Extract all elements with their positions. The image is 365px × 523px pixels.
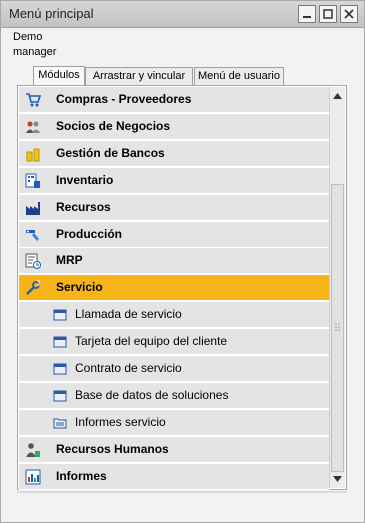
form-icon: [53, 362, 67, 376]
window-title: Menú principal: [9, 6, 94, 21]
tab-arrastrar[interactable]: Arrastrar y vincular: [85, 67, 193, 85]
menu-item[interactable]: Servicio: [19, 275, 329, 302]
main-menu-window: Menú principal Demo manager Módulos Arra…: [0, 0, 365, 523]
folder-icon: [53, 416, 67, 430]
menu-item-label: Producción: [56, 226, 123, 241]
menu-item-label: Contrato de servicio: [75, 361, 182, 375]
menu-item[interactable]: Compras - Proveedores: [19, 87, 329, 113]
scroll-up-arrow-icon[interactable]: [330, 88, 345, 104]
submenu-item[interactable]: Tarjeta del equipo del cliente: [19, 329, 329, 356]
form-icon: [53, 335, 67, 349]
form-icon: [53, 389, 67, 403]
vertical-scrollbar[interactable]: [329, 87, 345, 488]
submenu-item[interactable]: Base de datos de soluciones: [19, 382, 329, 409]
menu-item[interactable]: Producción: [19, 221, 329, 248]
hr-icon: [25, 442, 41, 458]
close-button[interactable]: [340, 5, 358, 23]
close-icon: [344, 9, 354, 19]
user-name: manager: [13, 46, 57, 58]
menu-item[interactable]: Socios de Negocios: [19, 113, 329, 140]
scroll-down-arrow-icon[interactable]: [330, 471, 345, 487]
production-icon: [25, 227, 41, 243]
inventory-icon: [25, 173, 41, 189]
menu-item[interactable]: Gestión de Bancos: [19, 140, 329, 167]
minimize-button[interactable]: [298, 5, 316, 23]
title-bar[interactable]: Menú principal: [1, 1, 364, 28]
panel-bottom-edge: [17, 491, 347, 493]
maximize-button[interactable]: [319, 5, 337, 23]
menu-item[interactable]: MRP: [19, 248, 329, 275]
submenu-item[interactable]: Llamada de servicio: [19, 302, 329, 329]
mrp-icon: [25, 253, 41, 270]
scroll-thumb[interactable]: [331, 184, 344, 472]
grip-icon: [335, 323, 340, 331]
tab-modulos[interactable]: Módulos: [33, 66, 85, 86]
report-icon: [25, 469, 41, 485]
menu-item[interactable]: Recursos: [19, 194, 329, 221]
factory-icon: [25, 200, 41, 216]
menu-item-label: Socios de Negocios: [56, 118, 171, 133]
menu-item-label: Informes: [56, 468, 107, 483]
tab-menu-usuario[interactable]: Menú de usuario: [194, 67, 284, 85]
menu-item-label: Inventario: [56, 172, 114, 187]
wrench-icon: [25, 280, 41, 296]
menu-item-label: Informes servicio: [75, 414, 166, 429]
menu-item-label: Recursos Humanos: [56, 441, 169, 456]
menu-item[interactable]: Inventario: [19, 167, 329, 194]
menu-item-label: Gestión de Bancos: [56, 145, 165, 160]
menu-item-label: Recursos: [56, 199, 111, 214]
menu-item-label: Llamada de servicio: [75, 307, 182, 322]
cart-icon: [25, 92, 42, 108]
menu-item-label: Compras - Proveedores: [56, 92, 192, 106]
menu-item-label: MRP: [56, 253, 83, 268]
minimize-icon: [303, 16, 311, 18]
menu-item-label: Servicio: [56, 280, 103, 295]
menu-item-label: Tarjeta del equipo del cliente: [75, 334, 228, 349]
menu-item-label: Base de datos de soluciones: [75, 387, 229, 402]
maximize-icon: [323, 9, 333, 19]
menu-item[interactable]: Informes: [19, 463, 329, 490]
coins-icon: [25, 146, 41, 162]
submenu-item[interactable]: Informes servicio: [19, 409, 329, 436]
modules-panel: Compras - Proveedores Socios de Negocios G…: [17, 85, 347, 490]
people-icon: [25, 119, 41, 135]
menu-item[interactable]: Recursos Humanos: [19, 436, 329, 463]
form-icon: [53, 308, 67, 322]
user-company: Demo: [13, 31, 43, 43]
submenu-item[interactable]: Contrato de servicio: [19, 356, 329, 382]
